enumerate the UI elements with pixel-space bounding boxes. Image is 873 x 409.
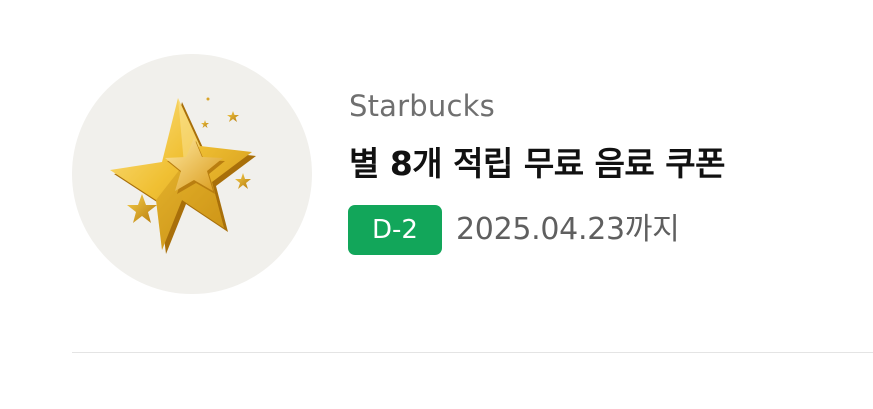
coupon-title: 별 8개 적립 무료 음료 쿠폰 bbox=[349, 144, 726, 183]
coupon-thumbnail bbox=[72, 54, 312, 294]
divider bbox=[72, 352, 873, 353]
expiry-date: 2025.04.23까지 bbox=[456, 212, 680, 247]
coupon-item[interactable]: Starbucks 별 8개 적립 무료 음료 쿠폰 D-2 2025.04.2… bbox=[0, 0, 873, 409]
coupon-meta: D-2 2025.04.23까지 bbox=[348, 205, 680, 255]
dday-badge: D-2 bbox=[348, 205, 442, 255]
gold-star-icon bbox=[110, 97, 256, 254]
brand-name: Starbucks bbox=[349, 89, 495, 123]
